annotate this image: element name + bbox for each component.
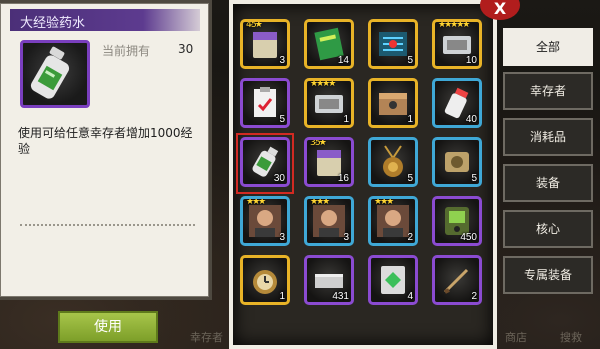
category-tab-4[interactable]: 核心 — [503, 210, 593, 248]
item-count: 1 — [407, 114, 413, 125]
use-button[interactable]: 使用 — [58, 311, 158, 343]
divider — [20, 224, 195, 226]
item-count: 40 — [465, 114, 477, 125]
inventory-slot-metal-plate[interactable]: 431 — [301, 252, 357, 311]
inventory-slot-four-star-ticket[interactable]: ★★★★ 1 — [301, 75, 357, 134]
item-count: 3 — [279, 232, 285, 243]
inventory-slot-five-star-ticket[interactable]: ★★★★★ 10 — [429, 16, 485, 75]
item-count: 1 — [279, 291, 285, 302]
inventory-slot-knife[interactable]: 2 — [429, 252, 485, 311]
star-badge: ★★★★ — [310, 79, 336, 89]
inventory-slot-pocket-watch[interactable]: 1 — [237, 252, 293, 311]
category-menu: 全部幸存者消耗品装备核心专属装备 — [503, 0, 600, 349]
item-count: 2 — [471, 291, 477, 302]
detail-item-icon — [20, 40, 90, 108]
item-tile: 3-5★ 16 — [304, 137, 354, 187]
item-count: 5 — [407, 173, 413, 184]
item-tile: 4 — [368, 255, 418, 305]
category-tab-3[interactable]: 装备 — [503, 164, 593, 202]
star-badge: 3-5★ — [310, 138, 327, 148]
item-count: 1 — [343, 114, 349, 125]
item-tile: 30 — [240, 137, 290, 187]
item-tile: 1 — [368, 78, 418, 128]
item-detail-panel: 大经验药水 当前拥有 30 使用可给任意幸存者增加1000经验 — [0, 0, 212, 300]
item-title: 大经验药水 — [20, 16, 86, 31]
item-count: 30 — [273, 173, 285, 184]
star-badge: ★★★ — [374, 197, 394, 207]
item-count: 3 — [279, 55, 285, 66]
item-count: 450 — [460, 232, 477, 243]
inventory-slot-large-exp-potion[interactable]: 30 — [236, 133, 294, 194]
bg-tab-survivors: 幸存者 — [190, 332, 223, 344]
item-tile: 5 — [240, 78, 290, 128]
inventory-slot-puzzle-cog[interactable]: 5 — [429, 134, 485, 193]
star-badge: 4-5★ — [246, 20, 263, 30]
category-tab-1[interactable]: 幸存者 — [503, 72, 593, 110]
inventory-slot-survivor-pack-3-5-star[interactable]: 3-5★ 16 — [301, 134, 357, 193]
inventory-slot-pill-bottle[interactable]: 40 — [429, 75, 485, 134]
inventory-slot-circuit-chip[interactable]: 5 — [365, 16, 421, 75]
item-count: 14 — [337, 55, 349, 66]
star-badge: ★★★ — [310, 197, 330, 207]
item-count: 5 — [407, 55, 413, 66]
item-count: 431 — [332, 291, 349, 302]
inventory-grid: 4-5★ 3 14 5 ★★★★★ 10 5 ★★★★ 1 1 40 30 3-5★ 16 5 5 ★★★ 3 ★★… — [236, 16, 485, 311]
item-tile: 5 — [432, 137, 482, 187]
bottle-icon — [30, 46, 70, 99]
inventory-slot-green-gem-card[interactable]: 4 — [365, 252, 421, 311]
inventory-slot-gold-medallion[interactable]: 5 — [365, 134, 421, 193]
category-tab-5[interactable]: 专属装备 — [503, 256, 593, 294]
owned-label: 当前拥有 — [102, 44, 151, 58]
item-tile: 5 — [368, 19, 418, 69]
item-tile: 40 — [432, 78, 482, 128]
inventory-slot-handheld-device[interactable]: 450 — [429, 193, 485, 252]
item-tile: 2 — [432, 255, 482, 305]
item-tile: 450 — [432, 196, 482, 246]
item-tile: ★★★★ 1 — [304, 78, 354, 128]
item-tile: ★★★★★ 10 — [432, 19, 482, 69]
inventory-slot-survivor-portrait-3[interactable]: ★★★ 2 — [365, 193, 421, 252]
item-description: 使用可给任意幸存者增加1000经验 — [18, 126, 193, 156]
item-count: 16 — [337, 173, 349, 184]
item-tile: 1 — [240, 255, 290, 305]
inventory-slot-survivor-portrait-2[interactable]: ★★★ 3 — [301, 193, 357, 252]
inventory-panel: 4-5★ 3 14 5 ★★★★★ 10 5 ★★★★ 1 1 40 30 3-5★ 16 5 5 ★★★ 3 ★★… — [229, 0, 497, 349]
item-count: 3 — [343, 232, 349, 243]
item-tile: 431 — [304, 255, 354, 305]
inventory-slot-survivor-pack-4-5-star[interactable]: 4-5★ 3 — [237, 16, 293, 75]
item-count: 5 — [279, 114, 285, 125]
detail-title-bar: 大经验药水 — [10, 9, 200, 31]
inventory-slot-survivor-portrait-1[interactable]: ★★★ 3 — [237, 193, 293, 252]
item-tile: 5 — [368, 137, 418, 187]
inventory-slot-green-book[interactable]: 14 — [301, 16, 357, 75]
item-tile: ★★★ 2 — [368, 196, 418, 246]
category-tab-2[interactable]: 消耗品 — [503, 118, 593, 156]
item-tile: ★★★ 3 — [240, 196, 290, 246]
item-count: 5 — [471, 173, 477, 184]
owned-value: 30 — [178, 42, 194, 56]
item-count: 4 — [407, 291, 413, 302]
inventory-slot-supply-crate[interactable]: 1 — [365, 75, 421, 134]
item-tile: ★★★ 3 — [304, 196, 354, 246]
star-badge: ★★★ — [246, 197, 266, 207]
inventory-slot-clipboard-report[interactable]: 5 — [237, 75, 293, 134]
item-count: 2 — [407, 232, 413, 243]
item-count: 10 — [465, 55, 477, 66]
star-badge: ★★★★★ — [438, 20, 470, 30]
item-tile: 4-5★ 3 — [240, 19, 290, 69]
category-tab-0[interactable]: 全部 — [503, 28, 593, 66]
item-tile: 14 — [304, 19, 354, 69]
